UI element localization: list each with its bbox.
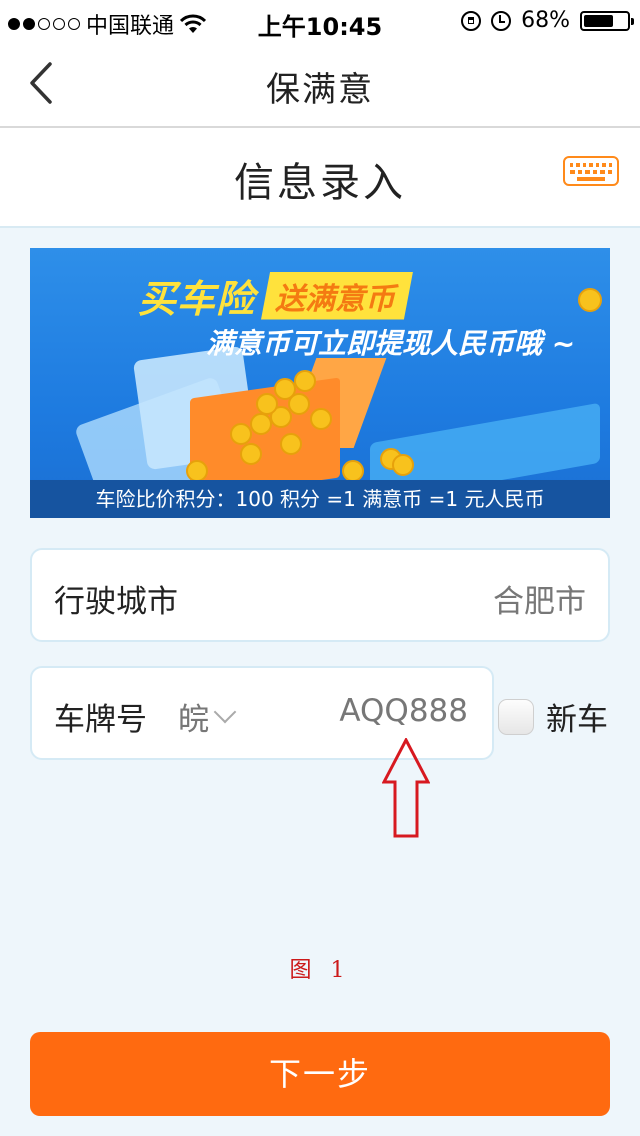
plate-number-input[interactable]	[316, 692, 470, 730]
plate-label: 车牌号	[54, 702, 147, 738]
figure-caption: 图 1	[289, 958, 351, 983]
banner-subline: 满意币可立即提现人民币哦 ~	[206, 327, 576, 360]
dropdown-chevron-icon	[213, 700, 237, 723]
new-car-checkbox[interactable]	[498, 698, 534, 735]
banner-headline: 买车险 送满意币	[138, 268, 414, 323]
battery-icon	[580, 10, 634, 31]
annotation-arrow-icon	[382, 738, 430, 838]
next-step-button[interactable]: 下一步	[30, 1032, 610, 1116]
province-value: 皖	[178, 702, 209, 738]
nav-bar: 保满意	[0, 40, 640, 128]
city-label: 行驶城市	[54, 584, 178, 620]
banner-headline-tag: 送满意币	[261, 271, 414, 320]
new-car-label: 新车	[546, 702, 608, 738]
alarm-icon	[491, 10, 512, 31]
banner-headline-main: 买车险	[138, 277, 256, 321]
status-right: 68%	[461, 8, 634, 33]
page-title: 保满意	[266, 70, 374, 110]
promo-banner[interactable]: 买车险 送满意币 满意币可立即提现人民币哦 ~ 车险比价积分：100 积分 =1…	[30, 248, 610, 518]
battery-percent: 68%	[521, 8, 570, 33]
new-car-toggle[interactable]: 新车	[498, 694, 608, 739]
province-select[interactable]: 皖	[178, 694, 237, 739]
city-value: 合肥市	[493, 584, 586, 620]
keyboard-icon[interactable]	[563, 156, 619, 186]
banner-footer: 车险比价积分：100 积分 =1 满意币 =1 元人民币	[30, 480, 610, 518]
section-title: 信息录入	[234, 160, 406, 206]
section-header: 信息录入	[0, 128, 640, 228]
status-bar: 中国联通 上午10:45 68%	[0, 0, 640, 41]
rotation-lock-icon	[461, 10, 482, 31]
city-field[interactable]: 行驶城市 合肥市	[30, 548, 610, 642]
